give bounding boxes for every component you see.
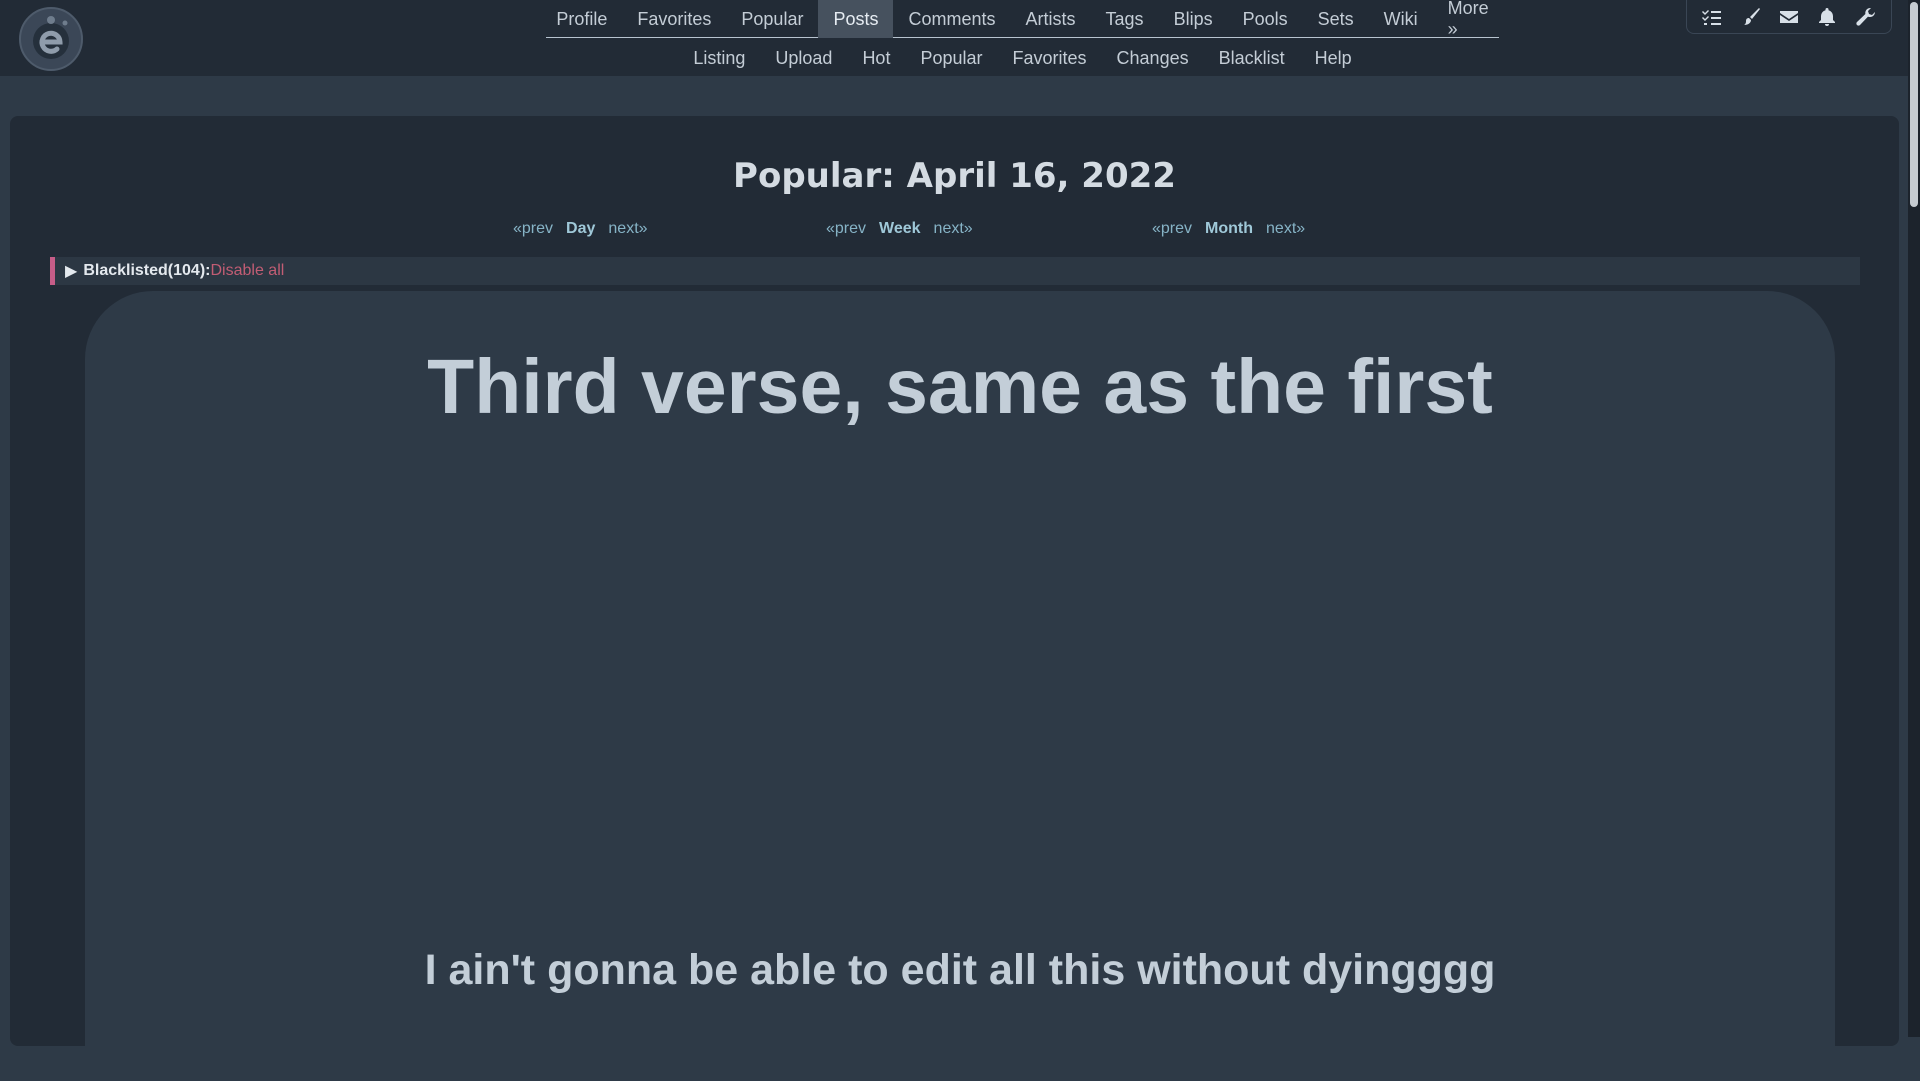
page-scrollbar[interactable] (1908, 0, 1920, 1037)
nav-sets[interactable]: Sets (1303, 0, 1369, 38)
day-next-link[interactable]: next» (608, 220, 647, 238)
page-title: Popular: April 16, 2022 (733, 156, 1176, 196)
secondary-nav: Listing Upload Hot Popular Favorites Cha… (546, 40, 1499, 76)
scrollbar-thumb[interactable] (1910, 2, 1918, 207)
subnav-changes[interactable]: Changes (1102, 48, 1204, 69)
nav-profile[interactable]: Profile (541, 0, 622, 38)
nav-blips[interactable]: Blips (1159, 0, 1228, 38)
nav-artists[interactable]: Artists (1011, 0, 1091, 38)
subnav-blacklist[interactable]: Blacklist (1204, 48, 1300, 69)
nav-wiki[interactable]: Wiki (1369, 0, 1433, 38)
nav-posts[interactable]: Posts (818, 0, 894, 38)
post-image[interactable]: Third verse, same as the first I ain't g… (85, 291, 1835, 1081)
week-prev-link[interactable]: «prev (826, 220, 866, 238)
week-next-link[interactable]: next» (934, 220, 973, 238)
e621-logo-icon (19, 7, 83, 71)
subnav-favorites[interactable]: Favorites (998, 48, 1102, 69)
envelope-icon[interactable] (1776, 4, 1802, 30)
subnav-upload[interactable]: Upload (760, 48, 847, 69)
site-logo[interactable] (18, 6, 84, 72)
main-content: Popular: April 16, 2022 «prev Day next» … (10, 116, 1899, 1081)
day-link[interactable]: Day (566, 220, 595, 238)
user-toolbar (1686, 0, 1892, 34)
month-navigation: «prev Month next» (1152, 220, 1305, 238)
subnav-popular[interactable]: Popular (905, 48, 997, 69)
blacklist-accent (50, 257, 55, 285)
month-link[interactable]: Month (1205, 220, 1253, 238)
nav-tags[interactable]: Tags (1091, 0, 1159, 38)
brush-icon[interactable] (1738, 4, 1764, 30)
subnav-listing[interactable]: Listing (678, 48, 760, 69)
day-navigation: «prev Day next» (513, 220, 648, 238)
subnav-hot[interactable]: Hot (847, 48, 905, 69)
top-bar: Profile Favorites Popular Posts Comments… (0, 0, 1908, 76)
week-navigation: «prev Week next» (826, 220, 973, 238)
primary-nav: Profile Favorites Popular Posts Comments… (546, 0, 1499, 39)
post-subtext: I ain't gonna be able to edit all this w… (424, 946, 1496, 994)
wrench-icon[interactable] (1853, 4, 1879, 30)
bell-icon[interactable] (1814, 4, 1840, 30)
list-check-icon[interactable] (1699, 4, 1725, 30)
week-link[interactable]: Week (879, 220, 921, 238)
post-heading-text: Third verse, same as the first (427, 344, 1493, 430)
month-prev-link[interactable]: «prev (1152, 220, 1192, 238)
day-prev-link[interactable]: «prev (513, 220, 553, 238)
expand-arrow-icon[interactable]: ▶ (65, 261, 77, 281)
nav-comments[interactable]: Comments (893, 0, 1010, 38)
blacklist-bar: ▶ Blacklisted(104): Disable all (50, 257, 1860, 285)
disable-all-link[interactable]: Disable all (210, 262, 284, 280)
nav-popular[interactable]: Popular (726, 0, 818, 38)
subnav-help[interactable]: Help (1300, 48, 1367, 69)
nav-more[interactable]: More » (1433, 0, 1504, 39)
nav-pools[interactable]: Pools (1228, 0, 1303, 38)
blacklist-toggle[interactable]: Blacklisted(104): (83, 262, 210, 280)
month-next-link[interactable]: next» (1266, 220, 1305, 238)
nav-favorites[interactable]: Favorites (622, 0, 726, 38)
